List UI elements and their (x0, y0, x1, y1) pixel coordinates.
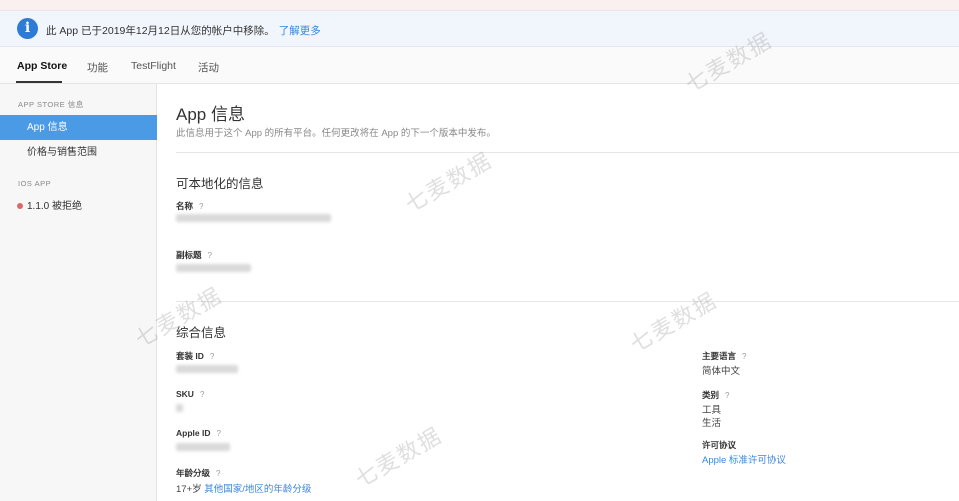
bundle-id-label: 套装 ID? (176, 351, 215, 361)
age-rating-value: 17+岁 其他国家/地区的年龄分级 (176, 484, 312, 495)
page-title: App 信息 (176, 105, 245, 124)
learn-more-link[interactable]: 了解更多 (279, 25, 321, 37)
help-icon[interactable]: ? (742, 352, 746, 361)
general-heading: 综合信息 (176, 326, 227, 340)
page-description: 此信息用于这个 App 的所有平台。任何更改将在 App 的下一个版本中发布。 (176, 128, 496, 139)
sku-label: SKU? (176, 389, 205, 399)
subtitle-value-redacted (176, 264, 251, 272)
subtitle-label: 副标题? (176, 250, 212, 260)
age-rating-label: 年龄分级? (176, 468, 221, 478)
license-label: 许可协议 (702, 440, 737, 450)
tab-features[interactable]: 功能 (87, 60, 108, 75)
tab-app-store[interactable]: App Store (17, 60, 67, 72)
apple-id-redacted (176, 443, 230, 451)
banner-message: 此 App 已于2019年12月12日从您的帐户中移除。 了解更多 (46, 25, 321, 37)
info-icon: i (17, 18, 38, 39)
main-content: App 信息 此信息用于这个 App 的所有平台。任何更改将在 App 的下一个… (157, 84, 959, 501)
divider (176, 301, 959, 302)
sidebar-item-pricing[interactable]: 价格与销售范围 (0, 140, 157, 165)
bundle-id-redacted (176, 365, 238, 373)
primary-language-label: 主要语言? (702, 351, 747, 361)
help-icon[interactable]: ? (216, 469, 220, 478)
primary-language-value: 简体中文 (702, 366, 741, 377)
active-tab-indicator (16, 81, 62, 83)
sidebar-section-ios-app: IOS APP (18, 179, 52, 188)
name-label: 名称? (176, 201, 204, 211)
help-icon[interactable]: ? (725, 391, 729, 400)
help-icon[interactable]: ? (199, 202, 203, 211)
other-regions-age-link[interactable]: 其他国家/地区的年龄分级 (204, 484, 311, 495)
sidebar-item-version[interactable]: 1.1.0 被拒绝 (0, 194, 157, 219)
tab-testflight[interactable]: TestFlight (131, 60, 176, 72)
removal-notice-banner: i 此 App 已于2019年12月12日从您的帐户中移除。 了解更多 (0, 11, 959, 47)
help-icon[interactable]: ? (200, 390, 204, 399)
divider (176, 152, 959, 153)
top-tabs: App Store 功能 TestFlight 活动 (0, 47, 959, 84)
help-icon[interactable]: ? (208, 251, 212, 260)
tab-activity[interactable]: 活动 (198, 60, 219, 75)
localizable-heading: 可本地化的信息 (176, 177, 264, 191)
category-label: 类别? (702, 390, 730, 400)
category-secondary: 生活 (702, 418, 722, 429)
rejected-status-dot (17, 203, 23, 209)
category-primary: 工具 (702, 405, 722, 416)
sku-redacted (176, 404, 183, 412)
sidebar: APP STORE 信息 App 信息 价格与销售范围 IOS APP 1.1.… (0, 84, 157, 501)
license-link[interactable]: Apple 标准许可协议 (702, 452, 786, 466)
sidebar-item-app-info[interactable]: App 信息 (0, 115, 157, 140)
help-icon[interactable]: ? (210, 352, 214, 361)
help-icon[interactable]: ? (216, 429, 220, 438)
top-alert-strip (0, 0, 959, 11)
version-label: 1.1.0 被拒绝 (27, 201, 83, 212)
sidebar-section-app-store: APP STORE 信息 (18, 100, 84, 109)
apple-id-label: Apple ID? (176, 428, 221, 438)
name-value-redacted (176, 214, 331, 222)
